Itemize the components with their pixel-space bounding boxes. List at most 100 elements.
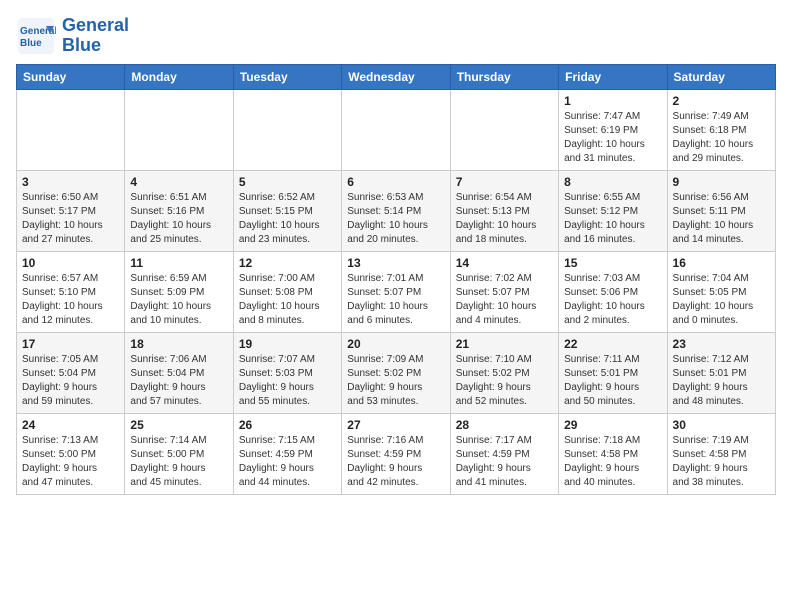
calendar-cell: 26 Sunrise: 7:15 AM Sunset: 4:59 PM Dayli… — [233, 414, 341, 495]
calendar-cell: 6Sunrise: 6:53 AM Sunset: 5:14 PM Daylig… — [342, 171, 450, 252]
calendar-cell: 29 Sunrise: 7:18 AM Sunset: 4:58 PM Dayli… — [559, 414, 667, 495]
day-info: Sunrise: 7:04 AM Sunset: 5:05 PM Dayligh… — [673, 272, 770, 328]
day-info: Sunrise: 7:02 AM Sunset: 5:07 PM Dayligh… — [456, 272, 553, 328]
calendar-cell: 16 Sunrise: 7:04 AM Sunset: 5:05 PM Dayli… — [667, 252, 775, 333]
day-info: Sunrise: 7:07 AM Sunset: 5:03 PM Dayligh… — [239, 353, 336, 409]
logo-icon: General Blue — [16, 16, 56, 56]
day-number: 4 — [130, 175, 227, 189]
calendar-cell: 25 Sunrise: 7:14 AM Sunset: 5:00 PM Dayli… — [125, 414, 233, 495]
day-info: Sunrise: 6:57 AM Sunset: 5:10 PM Dayligh… — [22, 272, 119, 328]
calendar-cell: 30Sunrise: 7:19 AM Sunset: 4:58 PM Dayli… — [667, 414, 775, 495]
day-number: 26 — [239, 418, 336, 432]
day-number: 28 — [456, 418, 553, 432]
day-info: Sunrise: 7:01 AM Sunset: 5:07 PM Dayligh… — [347, 272, 444, 328]
day-info: Sunrise: 7:18 AM Sunset: 4:58 PM Dayligh… — [564, 434, 661, 490]
calendar-cell: 23 Sunrise: 7:12 AM Sunset: 5:01 PM Dayli… — [667, 333, 775, 414]
calendar-header: SundayMondayTuesdayWednesdayThursdayFrid… — [17, 65, 776, 90]
day-number: 17 — [22, 337, 119, 351]
calendar-cell: 19Sunrise: 7:07 AM Sunset: 5:03 PM Dayli… — [233, 333, 341, 414]
calendar-cell: 5 Sunrise: 6:52 AM Sunset: 5:15 PM Daylig… — [233, 171, 341, 252]
day-info: Sunrise: 6:54 AM Sunset: 5:13 PM Dayligh… — [456, 191, 553, 247]
calendar-cell: 10 Sunrise: 6:57 AM Sunset: 5:10 PM Dayli… — [17, 252, 125, 333]
weekday-row: SundayMondayTuesdayWednesdayThursdayFrid… — [17, 65, 776, 90]
calendar-table: SundayMondayTuesdayWednesdayThursdayFrid… — [16, 64, 776, 495]
weekday-header: Sunday — [17, 65, 125, 90]
calendar-week-row: 1Sunrise: 7:47 AM Sunset: 6:19 PM Daylig… — [17, 90, 776, 171]
calendar-week-row: 10 Sunrise: 6:57 AM Sunset: 5:10 PM Dayli… — [17, 252, 776, 333]
calendar-cell: 9Sunrise: 6:56 AM Sunset: 5:11 PM Daylig… — [667, 171, 775, 252]
day-number: 16 — [673, 256, 770, 270]
weekday-header: Tuesday — [233, 65, 341, 90]
day-number: 30 — [673, 418, 770, 432]
calendar-cell: 11 Sunrise: 6:59 AM Sunset: 5:09 PM Dayli… — [125, 252, 233, 333]
day-number: 8 — [564, 175, 661, 189]
calendar-cell — [233, 90, 341, 171]
day-number: 18 — [130, 337, 227, 351]
calendar-body: 1Sunrise: 7:47 AM Sunset: 6:19 PM Daylig… — [17, 90, 776, 495]
day-number: 14 — [456, 256, 553, 270]
day-info: Sunrise: 6:53 AM Sunset: 5:14 PM Dayligh… — [347, 191, 444, 247]
calendar-cell: 2Sunrise: 7:49 AM Sunset: 6:18 PM Daylig… — [667, 90, 775, 171]
calendar-cell: 7Sunrise: 6:54 AM Sunset: 5:13 PM Daylig… — [450, 171, 558, 252]
day-number: 13 — [347, 256, 444, 270]
day-info: Sunrise: 7:11 AM Sunset: 5:01 PM Dayligh… — [564, 353, 661, 409]
logo-general: General — [62, 15, 129, 35]
calendar-cell: 13 Sunrise: 7:01 AM Sunset: 5:07 PM Dayli… — [342, 252, 450, 333]
day-info: Sunrise: 7:05 AM Sunset: 5:04 PM Dayligh… — [22, 353, 119, 409]
day-number: 25 — [130, 418, 227, 432]
day-info: Sunrise: 6:55 AM Sunset: 5:12 PM Dayligh… — [564, 191, 661, 247]
day-number: 5 — [239, 175, 336, 189]
weekday-header: Friday — [559, 65, 667, 90]
day-number: 24 — [22, 418, 119, 432]
logo-blue: Blue — [62, 35, 101, 55]
day-number: 23 — [673, 337, 770, 351]
calendar-cell — [450, 90, 558, 171]
day-info: Sunrise: 7:17 AM Sunset: 4:59 PM Dayligh… — [456, 434, 553, 490]
calendar-week-row: 24 Sunrise: 7:13 AM Sunset: 5:00 PM Dayli… — [17, 414, 776, 495]
calendar-cell: 15Sunrise: 7:03 AM Sunset: 5:06 PM Dayli… — [559, 252, 667, 333]
page-header: General Blue General Blue — [16, 16, 776, 56]
day-info: Sunrise: 7:13 AM Sunset: 5:00 PM Dayligh… — [22, 434, 119, 490]
day-info: Sunrise: 7:15 AM Sunset: 4:59 PM Dayligh… — [239, 434, 336, 490]
day-info: Sunrise: 7:49 AM Sunset: 6:18 PM Dayligh… — [673, 110, 770, 166]
day-number: 29 — [564, 418, 661, 432]
calendar-cell — [342, 90, 450, 171]
logo: General Blue General Blue — [16, 16, 129, 56]
day-info: Sunrise: 7:14 AM Sunset: 5:00 PM Dayligh… — [130, 434, 227, 490]
calendar-cell: 20 Sunrise: 7:09 AM Sunset: 5:02 PM Dayli… — [342, 333, 450, 414]
day-info: Sunrise: 7:16 AM Sunset: 4:59 PM Dayligh… — [347, 434, 444, 490]
calendar-cell: 3Sunrise: 6:50 AM Sunset: 5:17 PM Daylig… — [17, 171, 125, 252]
calendar-cell: 4 Sunrise: 6:51 AM Sunset: 5:16 PM Daylig… — [125, 171, 233, 252]
calendar-cell — [17, 90, 125, 171]
day-number: 1 — [564, 94, 661, 108]
day-info: Sunrise: 6:51 AM Sunset: 5:16 PM Dayligh… — [130, 191, 227, 247]
day-number: 21 — [456, 337, 553, 351]
day-info: Sunrise: 6:52 AM Sunset: 5:15 PM Dayligh… — [239, 191, 336, 247]
day-number: 10 — [22, 256, 119, 270]
calendar-cell: 27 Sunrise: 7:16 AM Sunset: 4:59 PM Dayli… — [342, 414, 450, 495]
weekday-header: Monday — [125, 65, 233, 90]
day-info: Sunrise: 7:03 AM Sunset: 5:06 PM Dayligh… — [564, 272, 661, 328]
calendar-cell: 22 Sunrise: 7:11 AM Sunset: 5:01 PM Dayli… — [559, 333, 667, 414]
calendar-cell: 8 Sunrise: 6:55 AM Sunset: 5:12 PM Daylig… — [559, 171, 667, 252]
day-info: Sunrise: 7:12 AM Sunset: 5:01 PM Dayligh… — [673, 353, 770, 409]
day-number: 20 — [347, 337, 444, 351]
day-number: 11 — [130, 256, 227, 270]
calendar-cell: 28 Sunrise: 7:17 AM Sunset: 4:59 PM Dayli… — [450, 414, 558, 495]
day-info: Sunrise: 6:59 AM Sunset: 5:09 PM Dayligh… — [130, 272, 227, 328]
calendar-cell: 1Sunrise: 7:47 AM Sunset: 6:19 PM Daylig… — [559, 90, 667, 171]
day-number: 12 — [239, 256, 336, 270]
weekday-header: Saturday — [667, 65, 775, 90]
day-info: Sunrise: 7:00 AM Sunset: 5:08 PM Dayligh… — [239, 272, 336, 328]
calendar-cell — [125, 90, 233, 171]
svg-text:Blue: Blue — [20, 38, 42, 49]
day-number: 22 — [564, 337, 661, 351]
day-number: 3 — [22, 175, 119, 189]
weekday-header: Wednesday — [342, 65, 450, 90]
calendar-cell: 12 Sunrise: 7:00 AM Sunset: 5:08 PM Dayli… — [233, 252, 341, 333]
day-number: 9 — [673, 175, 770, 189]
day-number: 27 — [347, 418, 444, 432]
calendar-cell: 14 Sunrise: 7:02 AM Sunset: 5:07 PM Dayli… — [450, 252, 558, 333]
day-info: Sunrise: 7:09 AM Sunset: 5:02 PM Dayligh… — [347, 353, 444, 409]
calendar-cell: 17 Sunrise: 7:05 AM Sunset: 5:04 PM Dayli… — [17, 333, 125, 414]
